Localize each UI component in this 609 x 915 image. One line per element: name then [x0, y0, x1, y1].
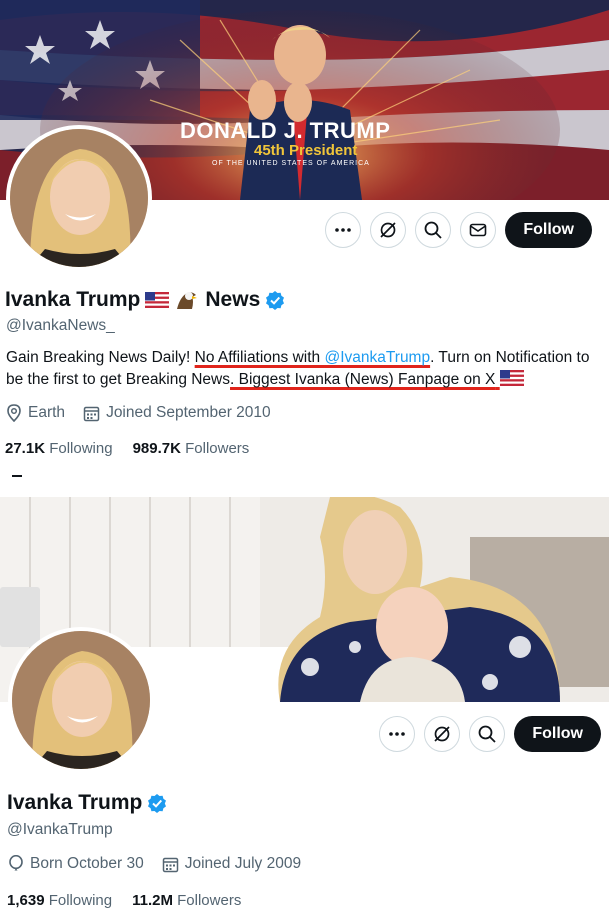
bio-mention-link[interactable]: @IvankaTrump [324, 349, 430, 366]
birthday: Born October 30 [8, 855, 144, 873]
followers-count: 989.7K [132, 440, 181, 457]
bio-text-4: . Biggest Ivanka (News) Fanpage on X [230, 371, 496, 388]
search-icon [424, 221, 442, 239]
profile-card-news: DONALD J. TRUMP 45th President OF THE UN… [0, 0, 609, 470]
followers-label: Followers [185, 440, 250, 457]
more-icon [389, 732, 406, 736]
more-icon [335, 228, 352, 232]
profile-meta: Born October 30 Joined July 2009 [8, 855, 301, 873]
search-button[interactable] [415, 212, 452, 248]
followers-link[interactable]: 989.7K Followers [133, 440, 250, 457]
display-name-row: Ivanka Trump [7, 791, 167, 815]
divider-tick [12, 475, 22, 477]
followers-count: 11.2M [132, 892, 173, 909]
more-button[interactable] [325, 212, 362, 248]
avatar-image [10, 129, 148, 267]
profile-actions: Follow [325, 212, 592, 248]
join-date: Joined September 2010 [83, 404, 271, 422]
subscribe-icon [434, 726, 450, 742]
join-date-text: Joined September 2010 [106, 404, 271, 421]
display-name: Ivanka Trump [5, 288, 141, 311]
us-flag-icon [145, 292, 170, 308]
subscribe-button[interactable] [370, 212, 407, 248]
message-icon [470, 223, 487, 237]
profile-card-official: Follow Ivanka Trump @IvankaTrump Born Oc… [0, 497, 609, 915]
join-date: Joined July 2009 [162, 855, 301, 873]
display-name-suffix: News [205, 288, 261, 311]
search-icon [478, 725, 496, 743]
followers-link[interactable]: 11.2M Followers [132, 892, 241, 909]
bio: Gain Breaking News Daily! No Affiliation… [6, 347, 606, 391]
display-name: Ivanka Trump [7, 791, 143, 814]
following-label: Following [49, 440, 113, 457]
us-flag-icon [499, 370, 524, 386]
subscribe-icon [380, 222, 396, 238]
bio-text-1: Gain Breaking News Daily! [6, 349, 195, 366]
banner-subtitle: 45th President [254, 142, 358, 159]
calendar-icon [162, 857, 178, 872]
balloon-icon [9, 855, 23, 871]
calendar-icon [83, 406, 100, 421]
follow-stats: 1,639 Following 11.2M Followers [7, 892, 241, 909]
handle: @IvankaNews_ [6, 317, 115, 334]
following-link[interactable]: 27.1K Following [5, 440, 113, 457]
subscribe-button[interactable] [424, 716, 461, 752]
birthday-text: Born October 30 [30, 855, 144, 872]
divider [0, 470, 609, 497]
followers-label: Followers [177, 892, 242, 909]
location-icon [7, 404, 21, 422]
banner-title: DONALD J. TRUMP [180, 118, 391, 143]
profile-actions: Follow [379, 716, 601, 752]
search-button[interactable] [469, 716, 506, 752]
bio-text-2: No Affiliations with [194, 349, 325, 366]
eagle-icon [177, 292, 198, 309]
follow-stats: 27.1K Following 989.7K Followers [5, 440, 249, 457]
following-label: Following [48, 892, 113, 909]
follow-button[interactable]: Follow [505, 212, 592, 248]
profile-meta: Earth Joined September 2010 [6, 404, 271, 422]
profile-avatar[interactable] [8, 627, 154, 773]
display-name-row: Ivanka Trump News [5, 288, 285, 312]
following-count: 27.1K [5, 440, 46, 457]
following-link[interactable]: 1,639 Following [7, 892, 112, 909]
message-button[interactable] [460, 212, 497, 248]
verified-icon[interactable] [147, 793, 167, 813]
banner-caption: OF THE UNITED STATES OF AMERICA [212, 160, 370, 167]
following-count: 1,639 [7, 892, 45, 909]
profile-avatar[interactable] [6, 125, 152, 271]
handle: @IvankaTrump [7, 821, 113, 838]
location: Earth [6, 404, 65, 422]
verified-icon[interactable] [265, 290, 285, 310]
more-button[interactable] [379, 716, 416, 752]
join-date-text: Joined July 2009 [184, 855, 302, 872]
avatar-image [12, 631, 150, 769]
location-text: Earth [28, 404, 66, 421]
follow-button[interactable]: Follow [514, 716, 601, 752]
